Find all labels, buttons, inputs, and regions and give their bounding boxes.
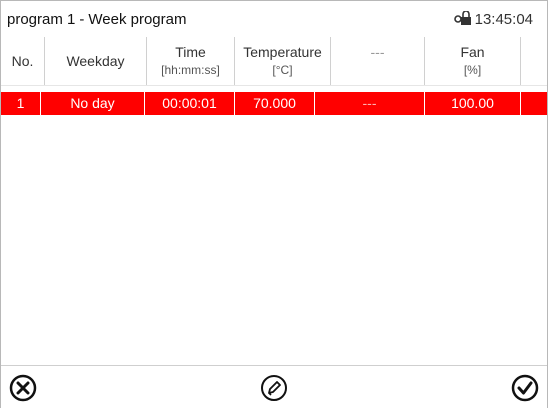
edit-icon[interactable] xyxy=(258,372,290,404)
lock-icon xyxy=(453,10,472,29)
bottom-toolbar xyxy=(1,365,547,408)
column-header-fan: Fan [%] xyxy=(425,37,521,85)
cancel-icon[interactable] xyxy=(7,372,39,404)
confirm-icon[interactable] xyxy=(509,372,541,404)
cell-time[interactable]: 00:00:01 xyxy=(145,92,235,115)
cell-fan[interactable]: 100.00 xyxy=(425,92,521,115)
column-header-weekday: Weekday xyxy=(45,37,147,85)
clock-time: 13:45:04 xyxy=(474,11,533,28)
table-row[interactable]: 1 No day 00:00:01 70.000 --- 100.00 xyxy=(1,92,547,115)
program-name: program 1 xyxy=(7,11,76,28)
column-header-unused: --- xyxy=(331,37,425,85)
page-title: program 1- Week program xyxy=(7,11,187,28)
title-separator: - xyxy=(79,11,85,28)
cell-unused[interactable]: --- xyxy=(315,92,425,115)
status-area: 13:45:04 xyxy=(453,10,533,29)
table-header: No. Weekday Time [hh:mm:ss] Temperature … xyxy=(1,37,547,86)
cell-temperature[interactable]: 70.000 xyxy=(235,92,315,115)
cell-no[interactable]: 1 xyxy=(1,92,41,115)
program-editor-window: program 1- Week program 13:45:04 No. Week… xyxy=(0,0,548,408)
column-header-no: No. xyxy=(1,37,45,85)
column-header-temperature: Temperature [°C] xyxy=(235,37,331,85)
cell-weekday[interactable]: No day xyxy=(41,92,145,115)
title-bar: program 1- Week program 13:45:04 xyxy=(1,1,547,37)
program-type: Week program xyxy=(88,11,187,28)
column-header-time: Time [hh:mm:ss] xyxy=(147,37,235,85)
